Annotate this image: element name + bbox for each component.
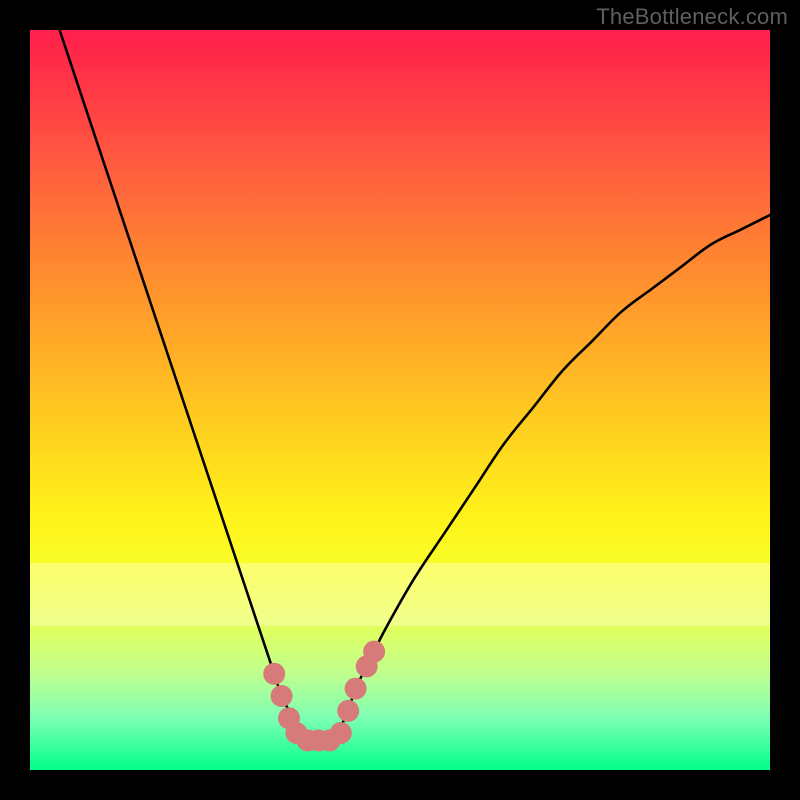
chart-frame: TheBottleneck.com [0,0,800,800]
plot-area [30,30,770,770]
curve-marker [337,700,359,722]
bottleneck-curve [60,30,770,741]
curve-marker [330,722,352,744]
curve-markers [263,641,385,752]
curve-marker [363,641,385,663]
curve-marker [263,663,285,685]
curve-layer [30,30,770,770]
curve-marker [271,685,293,707]
curve-marker [345,678,367,700]
attribution-label: TheBottleneck.com [596,4,788,30]
